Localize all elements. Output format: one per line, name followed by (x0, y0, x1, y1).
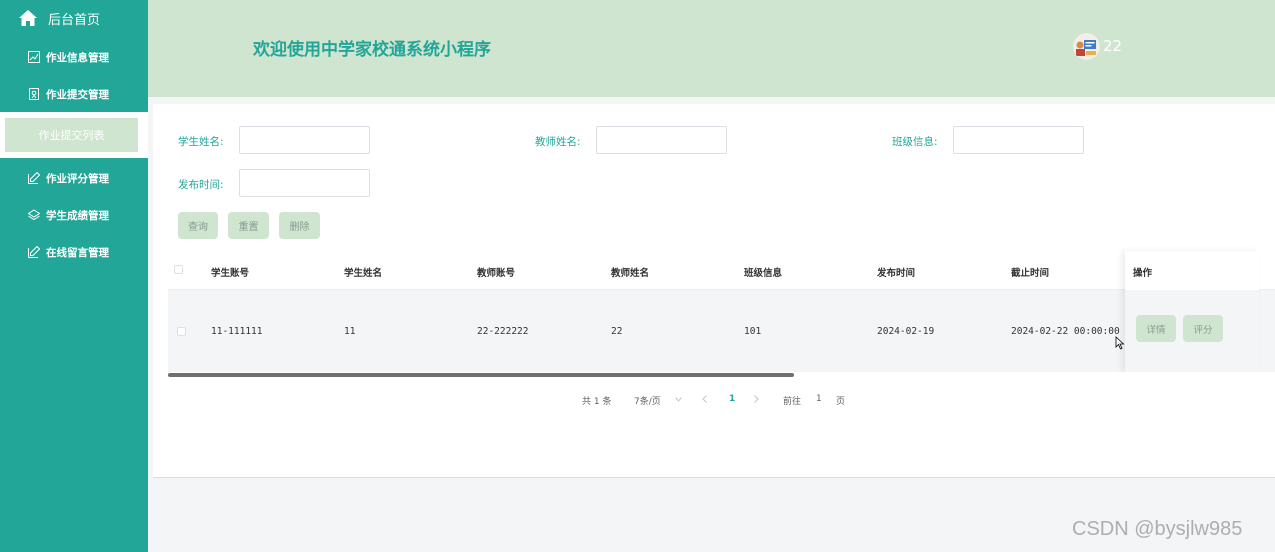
avatar[interactable] (1073, 33, 1100, 60)
page-number-current[interactable]: 1 (729, 394, 735, 404)
sidebar-item-label: 学生成绩管理 (46, 209, 109, 222)
reset-button[interactable]: 重置 (228, 212, 269, 239)
main-panel: 学生姓名: 教师姓名: 班级信息: 发布时间: 查询 重置 删除 学生账号 学生… (153, 104, 1275, 478)
sidebar-item-label: 作业信息管理 (46, 51, 109, 64)
column-header: 截止时间 (1011, 268, 1050, 279)
table-cell: 2024-02-19 (877, 326, 935, 337)
column-header: 学生姓名 (344, 268, 383, 279)
grade-button[interactable]: 评分 (1183, 315, 1223, 342)
column-header: 教师账号 (477, 268, 516, 279)
row-checkbox[interactable] (177, 327, 186, 336)
layers-icon (28, 209, 40, 221)
clipboard-icon (29, 88, 39, 100)
delete-button[interactable]: 删除 (279, 212, 320, 239)
avatar-image-icon (1073, 33, 1100, 60)
sidebar-item-home[interactable]: 后台首页 (0, 0, 148, 36)
select-all-checkbox[interactable] (174, 265, 183, 274)
sidebar-item-student-scores[interactable]: 学生成绩管理 (0, 198, 148, 232)
goto-suffix: 页 (836, 397, 846, 407)
column-header: 教师姓名 (611, 268, 650, 279)
sidebar-subitem-submit-list[interactable]: 作业提交列表 (5, 118, 138, 152)
page-title: 欢迎使用中学家校通系统小程序 (253, 40, 491, 60)
student-name-label: 学生姓名: (178, 136, 224, 148)
class-input[interactable] (953, 126, 1084, 154)
table-cell: 22 (611, 326, 623, 337)
watermark: CSDN @bysjlw985 (1072, 518, 1243, 540)
table-scrollbar[interactable] (168, 373, 794, 377)
column-header: 操作 (1133, 268, 1153, 279)
prev-page-icon[interactable] (702, 395, 707, 403)
table-cell: 11-111111 (211, 326, 263, 337)
sidebar-item-homework-submit[interactable]: 作业提交管理 (0, 77, 148, 111)
sidebar: 后台首页 作业信息管理 作业提交管理 作业提交列表 作业评分管理 学生成绩管理 … (0, 0, 148, 552)
sidebar-item-label: 作业提交管理 (46, 88, 109, 101)
sidebar-item-label: 在线留言管理 (46, 246, 109, 259)
column-header: 学生账号 (211, 268, 250, 279)
query-button[interactable]: 查询 (178, 212, 218, 239)
goto-prefix: 前往 (783, 397, 802, 407)
publish-time-input[interactable] (239, 169, 370, 197)
table-cell: 22-222222 (477, 326, 529, 337)
table-cell: 101 (744, 326, 762, 337)
mouse-cursor-icon (1115, 336, 1125, 350)
table-cell: 2024-02-22 00:00:00 (1011, 326, 1120, 337)
username[interactable]: 22 (1103, 37, 1122, 55)
next-page-icon[interactable] (754, 395, 759, 403)
teacher-name-input[interactable] (596, 126, 727, 154)
home-icon (19, 10, 37, 26)
page-size-select[interactable]: 7条/页 (634, 394, 661, 407)
publish-time-label: 发布时间: (178, 179, 224, 191)
sidebar-item-homework-info[interactable]: 作业信息管理 (0, 40, 148, 74)
edit-icon (28, 246, 40, 258)
operations-column: 操作 详情 评分 (1125, 251, 1259, 372)
chevron-down-icon[interactable] (675, 397, 682, 402)
chart-icon (28, 51, 40, 63)
header: 欢迎使用中学家校通系统小程序 22 (148, 0, 1275, 97)
sidebar-item-online-messages[interactable]: 在线留言管理 (0, 235, 148, 269)
detail-button[interactable]: 详情 (1136, 315, 1176, 342)
column-header: 发布时间 (877, 268, 916, 279)
student-name-input[interactable] (239, 126, 370, 154)
sidebar-submenu: 作业提交列表 (0, 112, 148, 158)
table-cell: 11 (344, 326, 356, 337)
sidebar-item-homework-grading[interactable]: 作业评分管理 (0, 161, 148, 195)
edit-icon (28, 172, 40, 184)
class-label: 班级信息: (892, 136, 938, 148)
column-header: 班级信息 (744, 268, 783, 279)
pagination-total: 共 1 条 (582, 397, 612, 407)
teacher-name-label: 教师姓名: (535, 136, 581, 148)
goto-page-input[interactable]: 1 (816, 394, 822, 404)
sidebar-item-label: 作业评分管理 (46, 172, 109, 185)
sidebar-home-label: 后台首页 (48, 12, 101, 28)
